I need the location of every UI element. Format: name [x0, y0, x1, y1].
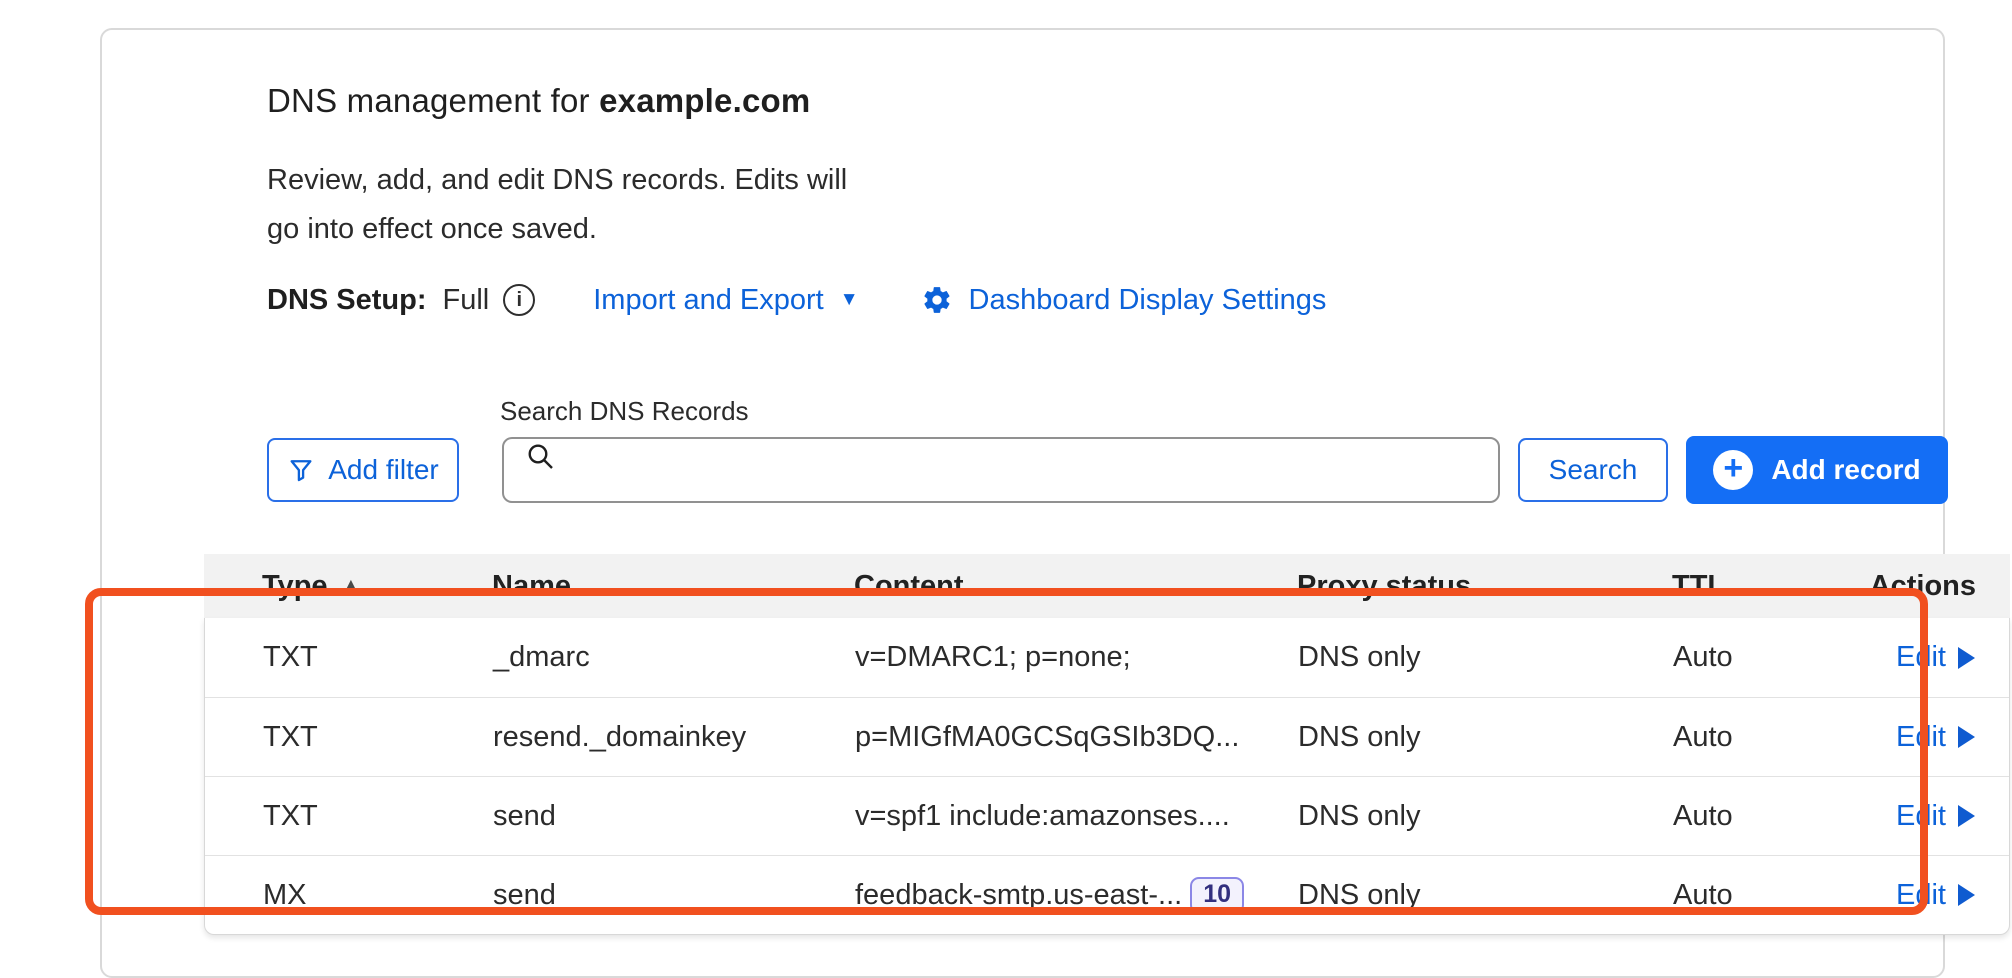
cell-proxy-status: DNS only: [1298, 721, 1673, 754]
cell-proxy-status: DNS only: [1298, 641, 1673, 674]
add-filter-button[interactable]: Add filter: [267, 438, 459, 502]
sort-asc-icon: ▲: [342, 575, 361, 597]
info-icon[interactable]: i: [503, 284, 535, 316]
dns-setup-label: DNS Setup:: [267, 284, 427, 317]
cell-type: TXT: [263, 641, 493, 674]
content-text: p=MIGfMA0GCSqGSIb3DQ...: [855, 721, 1239, 754]
cell-content: feedback-smtp.us-east-... 10: [855, 877, 1298, 914]
page-title-text: DNS management for: [267, 82, 599, 119]
cell-ttl: Auto: [1673, 879, 1865, 912]
cell-type: TXT: [263, 800, 493, 833]
cell-name: _dmarc: [493, 641, 855, 674]
search-input-wrapper: [502, 437, 1500, 503]
cell-actions: Edit: [1865, 641, 2009, 674]
chevron-down-icon: ▼: [840, 289, 859, 311]
chevron-right-icon: [1958, 805, 1975, 827]
search-dns-records-label: Search DNS Records: [500, 396, 749, 427]
page-title-domain: example.com: [599, 82, 810, 119]
column-header-actions: Actions: [1864, 570, 2010, 603]
add-record-button[interactable]: + Add record: [1686, 436, 1948, 504]
cell-actions: Edit: [1865, 721, 2009, 754]
dns-management-page: DNS management for example.com Review, a…: [0, 0, 2012, 936]
column-header-type[interactable]: Type ▲: [262, 570, 492, 603]
content-text: feedback-smtp.us-east-...: [855, 879, 1182, 912]
table-row-send-txt: TXT send v=spf1 include:amazonses.... DN…: [205, 776, 2009, 855]
chevron-right-icon: [1958, 726, 1975, 748]
cell-actions: Edit: [1865, 879, 2009, 912]
cell-ttl: Auto: [1673, 800, 1865, 833]
add-filter-label: Add filter: [328, 454, 439, 486]
dns-records-table: Type ▲ Name Content Proxy status TTL Act…: [204, 554, 2010, 935]
cell-ttl: Auto: [1673, 721, 1865, 754]
column-header-ttl[interactable]: TTL: [1672, 570, 1864, 603]
search-button-label: Search: [1549, 454, 1638, 486]
priority-badge: 10: [1190, 877, 1244, 914]
chevron-right-icon: [1958, 884, 1975, 906]
edit-record-link[interactable]: Edit: [1896, 879, 1975, 912]
cell-proxy-status: DNS only: [1298, 879, 1673, 912]
import-export-link[interactable]: Import and Export ▼: [593, 284, 858, 317]
dashboard-display-settings-link[interactable]: Dashboard Display Settings: [921, 284, 1327, 317]
cell-content: v=spf1 include:amazonses....: [855, 800, 1298, 833]
dns-setup-row: DNS Setup: Full i Import and Export ▼ Da…: [267, 278, 1326, 322]
table-header-row: Type ▲ Name Content Proxy status TTL Act…: [204, 554, 2010, 618]
add-record-label: Add record: [1771, 454, 1920, 486]
gear-icon: [921, 284, 967, 316]
table-body: TXT _dmarc v=DMARC1; p=none; DNS only Au…: [204, 618, 2010, 935]
dashboard-display-settings-label: Dashboard Display Settings: [969, 284, 1327, 317]
cell-type: MX: [263, 879, 493, 912]
edit-label: Edit: [1896, 879, 1946, 912]
cell-content: v=DMARC1; p=none;: [855, 641, 1298, 674]
edit-record-link[interactable]: Edit: [1896, 641, 1975, 674]
table-row-domainkey: TXT resend._domainkey p=MIGfMA0GCSqGSIb3…: [205, 697, 2009, 776]
column-header-content[interactable]: Content: [854, 570, 1297, 603]
cell-type: TXT: [263, 721, 493, 754]
edit-label: Edit: [1896, 800, 1946, 833]
cell-content: p=MIGfMA0GCSqGSIb3DQ...: [855, 721, 1298, 754]
cell-proxy-status: DNS only: [1298, 800, 1673, 833]
page-description: Review, add, and edit DNS records. Edits…: [267, 156, 847, 254]
edit-label: Edit: [1896, 641, 1946, 674]
plus-icon: +: [1713, 450, 1753, 490]
cell-name: send: [493, 879, 855, 912]
table-row-send-mx: MX send feedback-smtp.us-east-... 10 DNS…: [205, 855, 2009, 934]
dns-management-card: DNS management for example.com Review, a…: [100, 28, 1945, 978]
column-header-name[interactable]: Name: [492, 570, 854, 603]
edit-label: Edit: [1896, 721, 1946, 754]
content-text: v=DMARC1; p=none;: [855, 641, 1131, 674]
table-row-dmarc: TXT _dmarc v=DMARC1; p=none; DNS only Au…: [205, 618, 2009, 697]
cell-name: send: [493, 800, 855, 833]
description-line-1: Review, add, and edit DNS records. Edits…: [267, 156, 847, 205]
column-header-proxy-status[interactable]: Proxy status: [1297, 570, 1672, 603]
import-export-label: Import and Export: [593, 284, 824, 317]
chevron-right-icon: [1958, 647, 1975, 669]
cell-ttl: Auto: [1673, 641, 1865, 674]
search-button[interactable]: Search: [1518, 438, 1668, 502]
dns-setup-value: Full: [443, 284, 490, 317]
page-title: DNS management for example.com: [267, 82, 810, 120]
search-input[interactable]: [504, 439, 1498, 501]
edit-record-link[interactable]: Edit: [1896, 800, 1975, 833]
filter-icon: [287, 456, 315, 484]
cell-name: resend._domainkey: [493, 721, 855, 754]
column-header-type-label: Type: [262, 570, 328, 603]
cell-actions: Edit: [1865, 800, 2009, 833]
edit-record-link[interactable]: Edit: [1896, 721, 1975, 754]
description-line-2: go into effect once saved.: [267, 205, 847, 254]
content-text: v=spf1 include:amazonses....: [855, 800, 1230, 833]
